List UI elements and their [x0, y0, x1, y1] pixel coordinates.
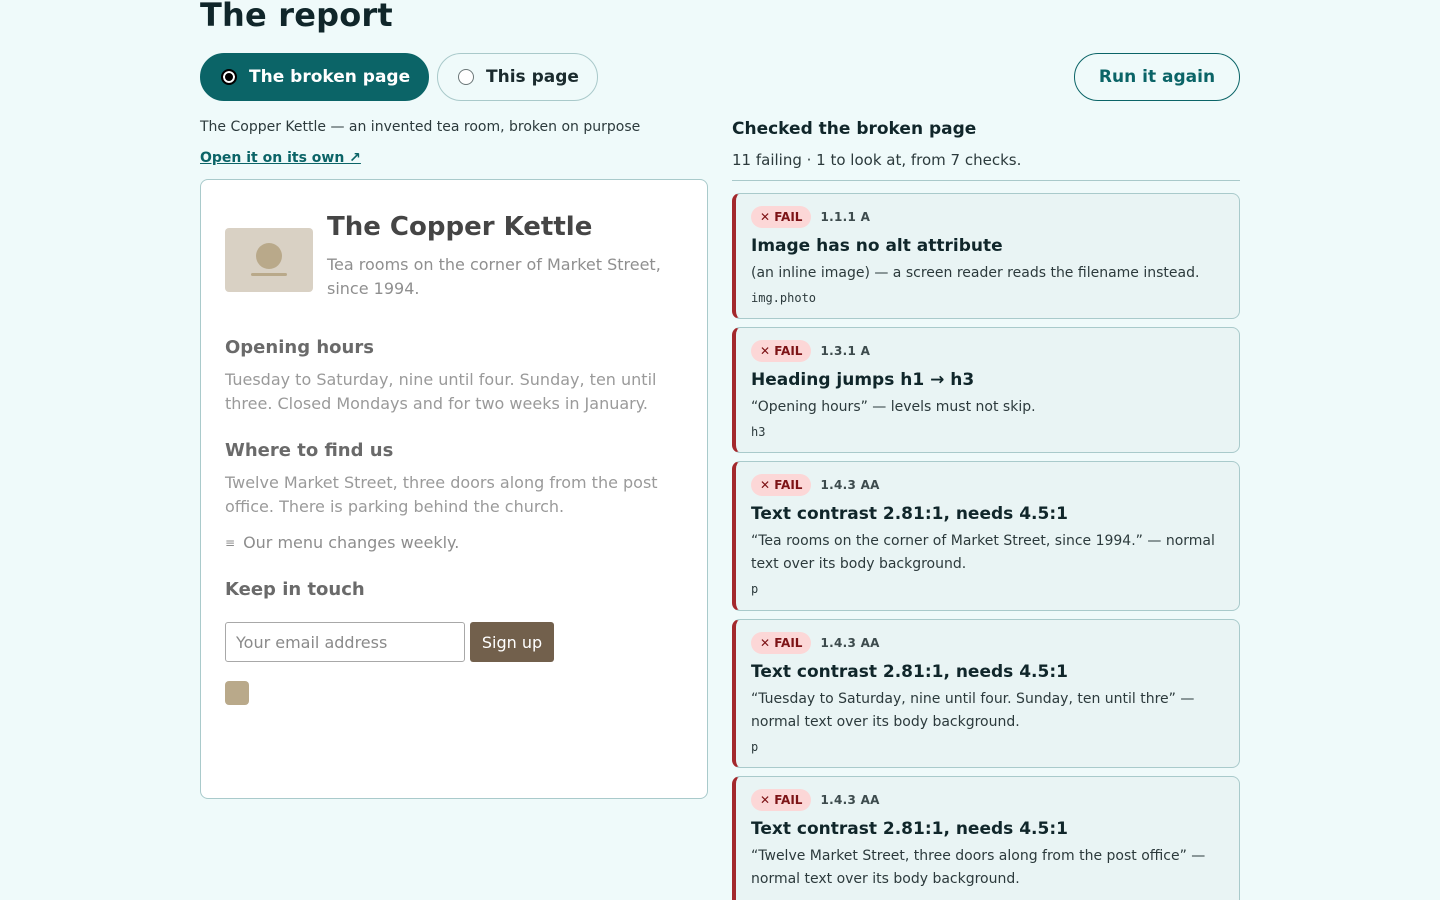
wcag-criterion: 1.1.1 A — [820, 210, 871, 224]
this-page-toggle-label: This page — [486, 67, 579, 87]
issue-title: Text contrast 2.81:1, needs 4.5:1 — [751, 662, 1068, 682]
preview-heading-keep-in-touch: Keep in touch — [225, 579, 365, 600]
issue-title: Text contrast 2.81:1, needs 4.5:1 — [751, 504, 1068, 524]
wcag-criterion: 1.3.1 A — [820, 344, 871, 358]
preview-signup-button[interactable]: Sign up — [470, 622, 554, 662]
broken-page-toggle-label: The broken page — [249, 67, 411, 87]
preview-heading-opening-hours: Opening hours — [225, 337, 374, 358]
photo-placeholder-icon — [225, 228, 313, 292]
radio-unselected-icon — [458, 69, 474, 85]
preview-heading-location: Where to find us — [225, 440, 394, 461]
source-caption: The Copper Kettle — an invented tea room… — [200, 119, 641, 135]
preview-opening-hours-text: Tuesday to Saturday, nine until four. Su… — [225, 370, 657, 413]
issue-description: “Tea rooms on the corner of Market Stree… — [751, 533, 1215, 572]
issue-selector: h3 — [751, 425, 766, 439]
wcag-criterion: 1.4.3 AA — [820, 636, 880, 650]
preview-menu-note-text: Our menu changes weekly. — [243, 533, 460, 552]
fail-badge: ✕ FAIL — [751, 632, 812, 654]
issue-card: ✕ FAIL 1.4.3 AA Text contrast 2.81:1, ne… — [732, 619, 1240, 768]
run-again-button[interactable]: Run it again — [1074, 53, 1240, 101]
issue-card: ✕ FAIL 1.1.1 A Image has no alt attribut… — [732, 193, 1240, 319]
issue-description: “Tuesday to Saturday, nine until four. S… — [751, 691, 1195, 730]
preview-location-text: Twelve Market Street, three doors along … — [225, 473, 658, 516]
fail-badge: ✕ FAIL — [751, 789, 812, 811]
radio-selected-icon — [221, 69, 237, 85]
issue-card: ✕ FAIL 1.4.3 AA Text contrast 2.81:1, ne… — [732, 776, 1240, 900]
issue-selector: p — [751, 582, 759, 596]
issue-title: Text contrast 2.81:1, needs 4.5:1 — [751, 819, 1068, 839]
results-summary: 11 failing · 1 to look at, from 7 checks… — [732, 151, 1022, 169]
issue-description: “Twelve Market Street, three doors along… — [751, 848, 1206, 887]
unlabelled-square-icon[interactable] — [225, 681, 249, 705]
open-standalone-link[interactable]: Open it on its own ↗ — [200, 150, 361, 166]
results-title: Checked the broken page — [732, 119, 977, 139]
preview-site-title: The Copper Kettle — [327, 212, 593, 242]
preview-email-input[interactable] — [225, 622, 465, 662]
issue-selector: img.photo — [751, 291, 817, 305]
this-page-toggle[interactable]: This page — [437, 53, 598, 101]
page-title: The report — [200, 0, 393, 34]
issue-card: ✕ FAIL 1.4.3 AA Text contrast 2.81:1, ne… — [732, 461, 1240, 611]
issue-description: (an inline image) — a screen reader read… — [751, 265, 1200, 281]
wcag-criterion: 1.4.3 AA — [820, 478, 880, 492]
wcag-criterion: 1.4.3 AA — [820, 793, 880, 807]
preview-menu-note: ≡ Our menu changes weekly. — [225, 533, 459, 552]
fail-badge: ✕ FAIL — [751, 340, 812, 362]
fail-badge: ✕ FAIL — [751, 474, 812, 496]
broken-page-preview: The Copper Kettle Tea rooms on the corne… — [200, 179, 708, 799]
fail-badge: ✕ FAIL — [751, 206, 812, 228]
broken-page-toggle[interactable]: The broken page — [200, 53, 429, 101]
issue-selector: p — [751, 740, 759, 754]
preview-tagline: Tea rooms on the corner of Market Street… — [327, 255, 661, 298]
issue-card: ✕ FAIL 1.3.1 A Heading jumps h1 → h3 “Op… — [732, 327, 1240, 453]
results-divider — [732, 180, 1240, 181]
issue-description: “Opening hours” — levels must not skip. — [751, 399, 1036, 415]
issue-title: Heading jumps h1 → h3 — [751, 370, 975, 390]
issue-title: Image has no alt attribute — [751, 236, 1003, 256]
menu-icon: ≡ — [225, 535, 236, 550]
